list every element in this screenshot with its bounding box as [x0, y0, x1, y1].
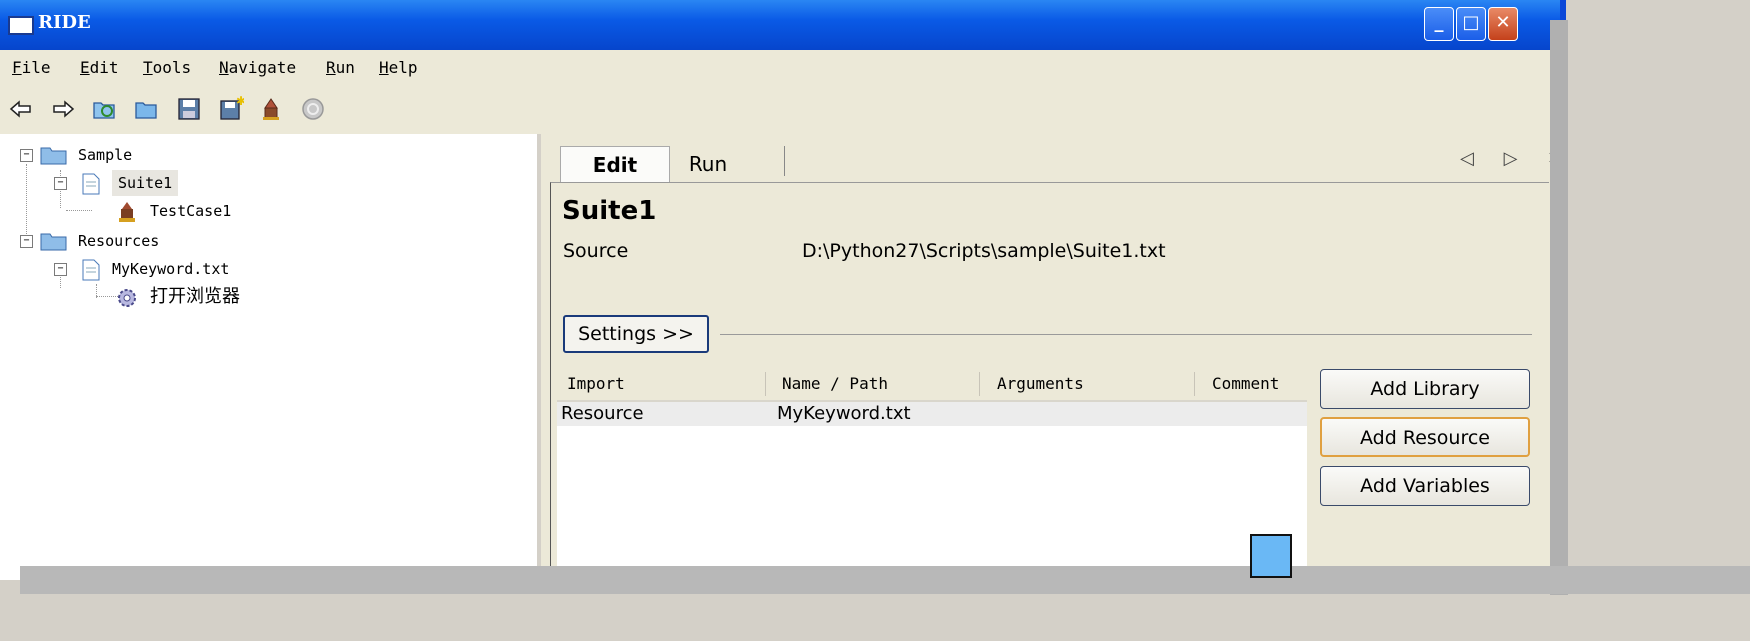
tab-edit[interactable]: Edit — [560, 146, 670, 183]
folder-icon — [40, 233, 67, 251]
collapse-icon[interactable]: − — [20, 235, 33, 248]
source-label: Source — [563, 240, 629, 262]
maximize-icon: □ — [1462, 12, 1480, 33]
tree-label: Sample — [78, 146, 133, 164]
svg-text:✱: ✱ — [236, 96, 244, 108]
folder-icon — [40, 147, 67, 165]
tree-label: MyKeyword.txt — [112, 260, 230, 278]
tab-separator — [784, 146, 785, 176]
file-icon — [82, 173, 100, 195]
stop-button[interactable] — [300, 96, 326, 122]
column-header-arguments[interactable]: Arguments — [997, 374, 1084, 393]
collapse-icon[interactable]: − — [20, 149, 33, 162]
save-button[interactable] — [176, 96, 202, 122]
maximize-button[interactable]: □ — [1456, 7, 1486, 41]
title-bar[interactable] — [0, 0, 1560, 50]
window-shadow-bottom — [20, 566, 1750, 594]
menu-file[interactable]: File — [12, 58, 51, 77]
collapse-icon[interactable]: − — [54, 177, 67, 190]
suite-title: Suite1 — [562, 196, 657, 226]
project-tree[interactable]: − Sample − Suite1 TestCase1 − Resources … — [0, 134, 541, 580]
collapse-icon[interactable]: − — [54, 263, 67, 276]
settings-divider — [720, 334, 1532, 335]
tree-label: Resources — [78, 232, 160, 250]
settings-toggle-button[interactable]: Settings >> — [563, 315, 709, 353]
open-directory-button[interactable] — [92, 96, 118, 122]
tree-label: TestCase1 — [150, 202, 232, 220]
menu-tools[interactable]: Tools — [143, 58, 191, 77]
run-robot-button[interactable] — [258, 96, 284, 122]
save-all-icon: ✱ — [220, 94, 246, 120]
back-arrow-icon — [9, 100, 31, 118]
app-window-icon — [8, 16, 34, 35]
file-icon — [82, 259, 100, 281]
robot-run-icon — [263, 98, 279, 120]
back-button[interactable] — [8, 96, 34, 122]
menu-help[interactable]: Help — [379, 58, 418, 77]
minimize-icon: _ — [1434, 12, 1444, 33]
stop-icon — [302, 98, 324, 120]
keyword-gear-icon — [118, 289, 136, 307]
minimize-button[interactable]: _ — [1424, 7, 1454, 41]
open-folder-icon — [135, 102, 157, 119]
window-title: RIDE — [38, 12, 91, 33]
source-value: D:\Python27\Scripts\sample\Suite1.txt — [802, 240, 1166, 262]
menu-edit[interactable]: Edit — [80, 58, 119, 77]
open-button[interactable] — [134, 96, 160, 122]
forward-button[interactable] — [50, 96, 76, 122]
save-all-button[interactable]: ✱ — [218, 94, 246, 122]
save-icon — [178, 98, 200, 120]
tree-label: Suite1 — [112, 170, 179, 196]
column-header-name-path[interactable]: Name / Path — [782, 374, 888, 393]
window-shadow-right — [1550, 20, 1568, 595]
table-row[interactable]: Resource MyKeyword.txt — [557, 402, 1307, 426]
column-header-import[interactable]: Import — [567, 374, 625, 393]
cell-name-path[interactable]: MyKeyword.txt — [777, 403, 911, 424]
add-library-button[interactable]: Add Library — [1320, 369, 1530, 409]
tree-label: 打开浏览器 — [150, 286, 240, 307]
testcase-icon — [119, 202, 135, 222]
open-folder-refresh-icon — [93, 102, 115, 119]
menu-run[interactable]: Run — [326, 58, 355, 77]
add-resource-button[interactable]: Add Resource — [1320, 417, 1530, 457]
forward-arrow-icon — [53, 100, 75, 118]
close-icon: ✕ — [1495, 12, 1511, 33]
cell-import[interactable]: Resource — [561, 403, 644, 424]
tab-run[interactable]: Run — [668, 146, 748, 182]
menu-navigate[interactable]: Navigate — [219, 58, 296, 77]
highlight-marker — [1250, 534, 1292, 578]
imports-table-header: Import Name / Path Arguments Comment — [557, 370, 1307, 402]
menu-bar: File Edit Tools Navigate Run Help — [0, 50, 1560, 86]
column-header-comment[interactable]: Comment — [1212, 374, 1279, 393]
add-variables-button[interactable]: Add Variables — [1320, 466, 1530, 506]
close-button[interactable]: ✕ — [1488, 7, 1518, 41]
